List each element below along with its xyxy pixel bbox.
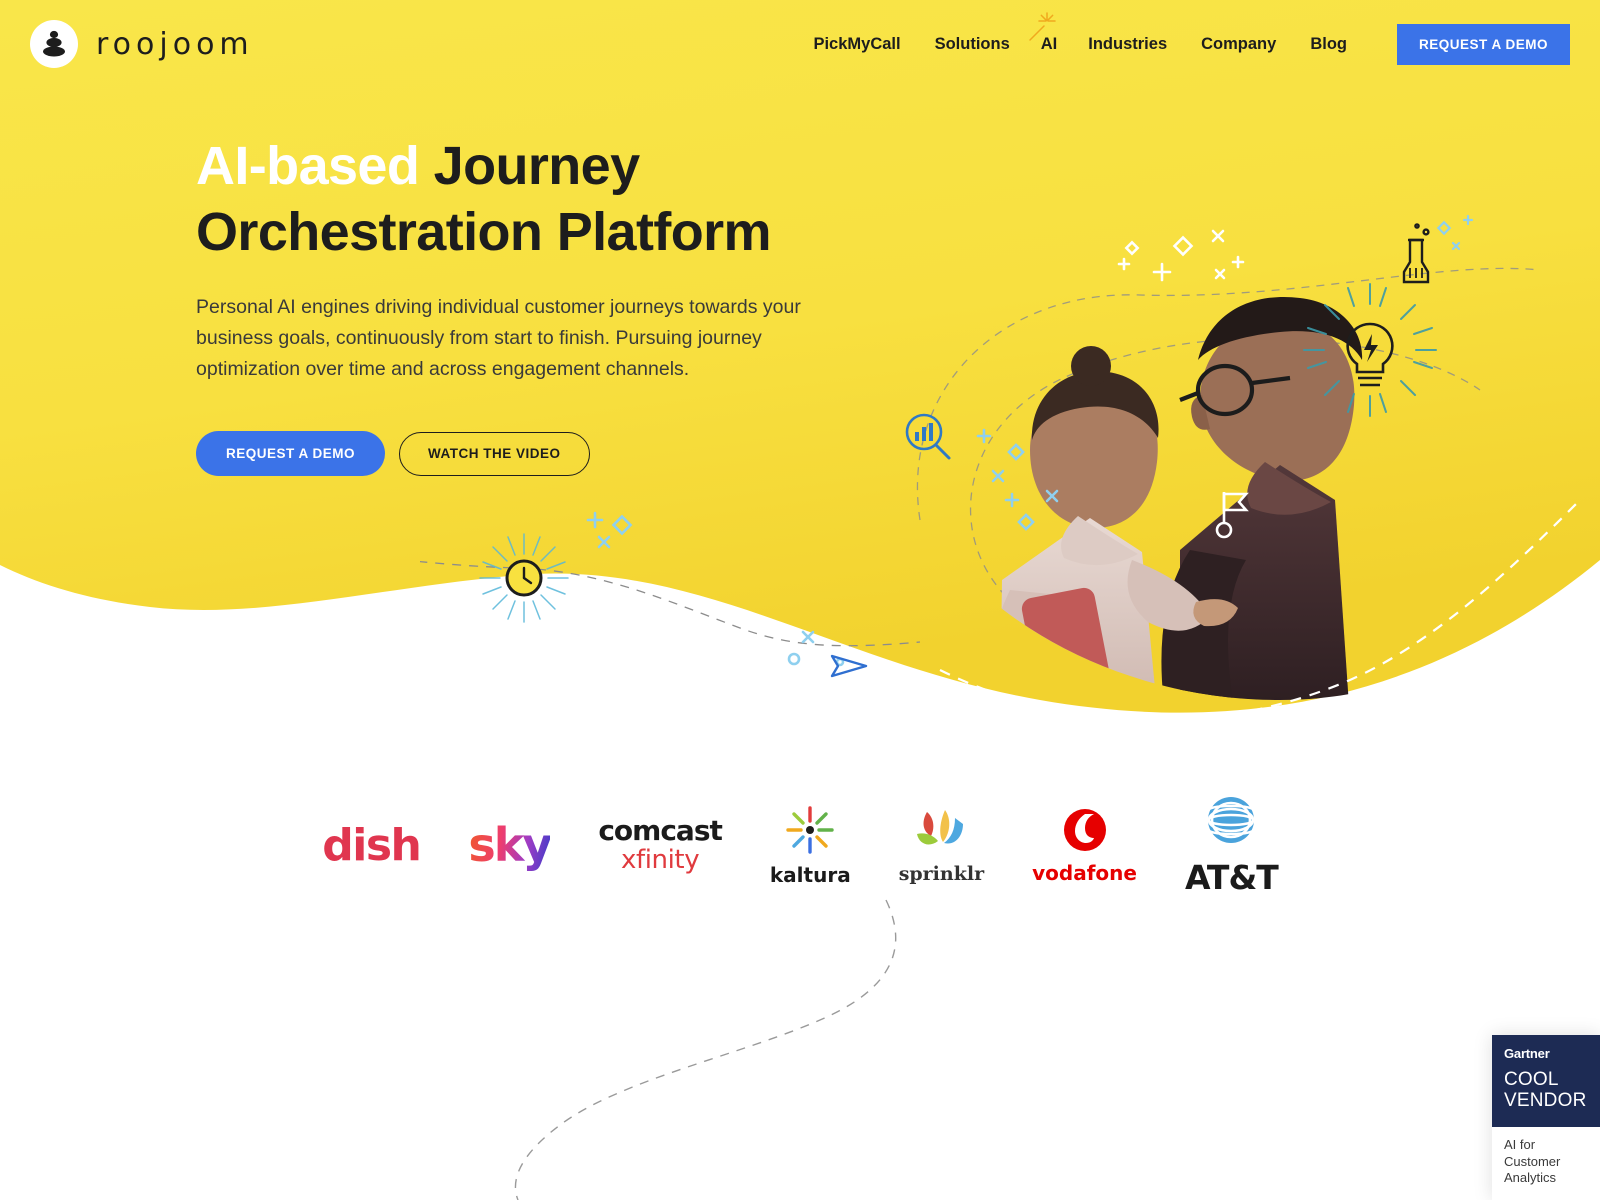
- logo-vodafone: vodafone: [1032, 806, 1137, 885]
- nav-item-blog[interactable]: Blog: [1293, 0, 1364, 88]
- gartner-brand: Gartner: [1504, 1045, 1550, 1061]
- person-man: [1161, 296, 1363, 700]
- gartner-subtitle: AI for Customer Analytics: [1504, 1137, 1561, 1185]
- nav-item-solutions[interactable]: Solutions: [918, 0, 1027, 88]
- logo-xfinity-label: xfinity: [620, 845, 700, 875]
- nav-item-company[interactable]: Company: [1184, 0, 1293, 88]
- vodafone-speechmark-icon: [1063, 808, 1106, 851]
- header-request-demo-button[interactable]: REQUEST A DEMO: [1396, 23, 1570, 65]
- nav-item-ai-label: AI: [1040, 35, 1058, 53]
- gartner-badge-bottom: AI for Customer Analytics: [1492, 1127, 1600, 1200]
- wave-doodles: [420, 511, 920, 678]
- nav-item-pickmycall[interactable]: PickMyCall: [796, 0, 917, 88]
- hero-title-line2: Orchestration Platform: [196, 201, 772, 262]
- brand-logo[interactable]: roojoom: [30, 20, 254, 68]
- gartner-title-line1: COOL: [1504, 1068, 1559, 1090]
- hero-subtitle: Personal AI engines driving individual c…: [196, 295, 801, 381]
- logo-kaltura: kaltura: [770, 804, 851, 887]
- site-header: roojoom PickMyCall Solutions AI Industri…: [0, 0, 1600, 88]
- hero-request-demo-button[interactable]: REQUEST A DEMO: [196, 431, 386, 477]
- hero-title-highlight: AI-based: [196, 136, 420, 196]
- logo-sprinklr: sprinklr: [899, 806, 984, 885]
- sprinklr-splash-icon: [917, 809, 964, 845]
- gartner-title-line2: VENDOR: [1504, 1089, 1587, 1111]
- logo-kaltura-label: kaltura: [769, 862, 851, 887]
- logo-comcast-label: comcast: [598, 814, 723, 847]
- hero-title-rest: Journey: [419, 136, 640, 196]
- logo-sky-label: sky: [468, 818, 552, 872]
- hero-title: AI-based Journey Orchestration Platform: [196, 134, 896, 266]
- lower-journey-path: [514, 899, 897, 1200]
- logo-sky: sky: [468, 818, 552, 872]
- att-globe-icon: [1207, 796, 1256, 843]
- customer-logos: dish sky comcast xfinity kaltura sprinkl…: [0, 790, 1600, 900]
- nav-item-industries[interactable]: Industries: [1071, 0, 1184, 88]
- gartner-badge-top: Gartner COOL VENDOR: [1492, 1034, 1600, 1128]
- brand-name: roojoom: [96, 26, 254, 62]
- kaltura-starburst-icon: [786, 805, 834, 854]
- logo-dish: dish: [322, 819, 422, 871]
- magnifier-chart-icon: [905, 413, 951, 460]
- stacked-stones-icon: [30, 20, 78, 68]
- hero-content: AI-based Journey Orchestration Platform …: [196, 134, 896, 477]
- logo-att: AT&T: [1184, 794, 1279, 897]
- logo-dish-label: dish: [322, 819, 422, 871]
- gartner-cool-vendor-badge[interactable]: Gartner COOL VENDOR AI for Customer Anal…: [1492, 1034, 1600, 1200]
- clock-icon: [479, 533, 569, 623]
- hero-illustration: [905, 214, 1581, 720]
- nav-item-ai[interactable]: AI: [1027, 0, 1072, 88]
- logo-att-label: AT&T: [1184, 857, 1279, 897]
- logo-comcast-xfinity: comcast xfinity: [598, 814, 723, 875]
- logo-vodafone-label: vodafone: [1032, 860, 1137, 885]
- gartner-title: COOL VENDOR: [1504, 1069, 1588, 1112]
- main-navigation: PickMyCall Solutions AI Industries Compa…: [796, 0, 1600, 88]
- logo-sprinklr-label: sprinklr: [898, 862, 985, 885]
